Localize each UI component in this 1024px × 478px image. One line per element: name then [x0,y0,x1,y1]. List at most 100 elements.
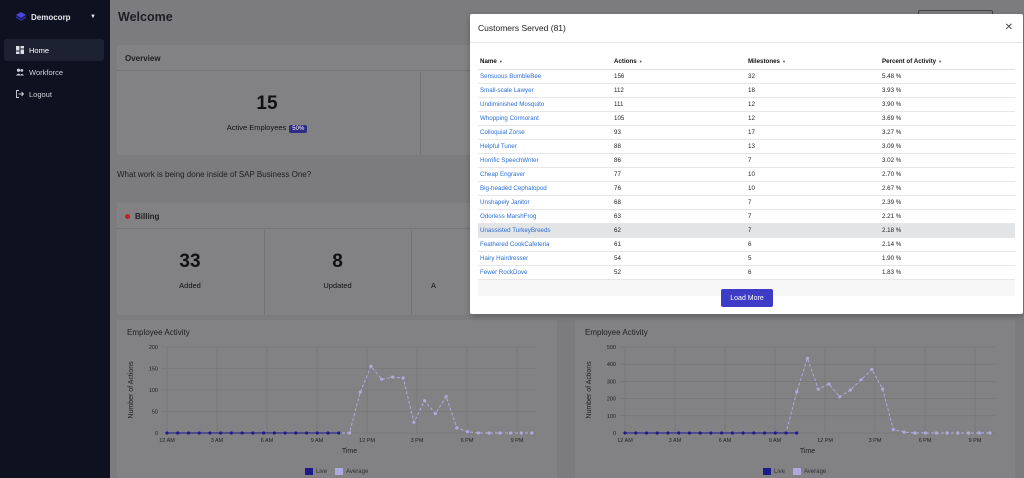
data-point-live [326,431,330,435]
column-header-milestones[interactable]: Milestones ▼ [746,55,880,70]
data-point-live [795,431,799,435]
customers-served-modal: Customers Served (81) ✕ Name ▼ Actions ▼ M… [470,14,1023,314]
table-row[interactable]: Undiminished Mosquito 111 12 3.90 % [478,97,1015,112]
cell-percent: 2.21 % [880,209,1015,224]
cell-name[interactable]: Colloquial Zorse [478,125,612,140]
cell-name[interactable]: Horrific SpeechWriter [478,153,612,168]
sidebar-item-logout[interactable]: Logout [4,83,104,105]
column-header-name[interactable]: Name ▼ [478,55,612,70]
cell-percent: 3.69 % [880,111,1015,126]
cell-percent: 2.18 % [880,223,1015,238]
column-header-percent[interactable]: Percent of Activity ▼ [880,55,1015,70]
cell-percent: 2.67 % [880,181,1015,196]
sort-caret-icon: ▼ [498,59,503,65]
table-header-row: Name ▼ Actions ▼ Milestones ▼ Percent of Ac… [478,55,1015,70]
data-point-live [165,431,169,435]
column-header-actions[interactable]: Actions ▼ [612,55,746,70]
data-point-average [923,431,928,435]
data-point-average [380,377,384,381]
table-row[interactable]: Sensuous BumbleBee 156 32 5.48 % [478,69,1015,84]
cell-name[interactable]: Whopping Cormorant [478,111,612,126]
cell-percent: 3.02 % [880,153,1015,168]
legend-live-label: Live [316,468,328,475]
customers-table: Name ▼ Actions ▼ Milestones ▼ Percent of Ac… [478,55,1015,280]
table-row[interactable]: Unshapely Janitor 68 7 2.39 % [478,195,1015,210]
cell-name[interactable]: Odorless MarshFrog [478,209,612,224]
data-point-live [304,431,309,435]
table-row[interactable]: Odorless MarshFrog 63 7 2.21 % [478,209,1015,224]
close-icon[interactable]: ✕ [1005,22,1013,33]
table-row[interactable]: Cheap Engraver 77 10 2.70 % [478,167,1015,182]
data-point-average [870,367,874,371]
legend-average-swatch [793,468,802,475]
sidebar: Democorp ▼ Home Workforce Logout [0,0,110,478]
data-point-average [838,395,842,399]
table-row[interactable]: Small-scale Lawyer 112 18 3.93 % [478,83,1015,98]
sidebar-item-workforce[interactable]: Workforce [4,61,104,83]
data-point-live [251,431,255,435]
data-point-average [859,378,863,382]
data-point-live [262,431,266,435]
sort-caret-icon: ▼ [781,59,786,65]
data-point-average [498,431,502,435]
data-point-live [666,431,670,435]
data-point-average [881,387,885,391]
cell-milestones: 12 [746,111,880,126]
cell-percent: 2.70 % [880,167,1015,182]
x-tick-label: 9 AM [311,438,324,444]
cell-name[interactable]: Hairy Hairdresser [478,251,612,266]
y-tick-label: 500 [607,345,616,351]
status-dot-icon [125,214,130,219]
data-point-average [891,427,895,432]
data-point-average [369,364,373,368]
cell-actions: 111 [612,97,746,112]
y-axis-label: Number of Actions [128,361,135,419]
data-point-live [176,431,180,435]
added-label: Added [179,281,201,290]
table-row[interactable]: Horrific SpeechWriter 86 7 3.02 % [478,153,1015,168]
table-row[interactable]: Whopping Cormorant 105 12 3.69 % [478,111,1015,126]
cell-name[interactable]: Undiminished Mosquito [478,97,612,112]
table-row[interactable]: Colloquial Zorse 93 17 3.27 % [478,125,1015,140]
legend-live-swatch [305,468,313,475]
cell-name[interactable]: Big-headed Cephalopod [478,181,612,196]
customers-table-wrap: Name ▼ Actions ▼ Milestones ▼ Percent of Ac… [478,55,1015,296]
cell-actions: 112 [612,83,746,98]
cell-name[interactable]: Fewer RockDove [478,265,612,280]
table-row[interactable]: Fewer RockDove 52 6 1.83 % [478,265,1015,280]
billing-title: Billing [135,212,160,221]
table-row[interactable]: Big-headed Cephalopod 76 10 2.67 % [478,181,1015,196]
load-more-button[interactable]: Load More [721,289,773,307]
x-axis-label: Time [342,448,357,455]
cell-name[interactable]: Cheap Engraver [478,167,612,182]
cell-name[interactable]: Helpful Tuner [478,139,612,154]
cell-name[interactable]: Sensuous BumbleBee [478,69,612,84]
sidebar-item-label: Logout [29,89,52,99]
table-row[interactable]: Hairy Hairdresser 54 5 1.90 % [478,251,1015,266]
cell-milestones: 7 [746,209,880,224]
data-point-average [455,426,459,430]
cell-name[interactable]: Unassisted TurkeyBreeds [478,223,612,238]
data-point-average [401,376,405,380]
legend-live-swatch [763,468,771,475]
cell-name[interactable]: Unshapely Janitor [478,195,612,210]
data-point-average [530,431,534,435]
cell-milestones: 10 [746,167,880,182]
table-row[interactable]: Helpful Tuner 88 13 3.09 % [478,139,1015,154]
y-axis-label: Number of Actions [586,361,593,419]
brand-switcher[interactable]: Democorp ▼ [0,0,110,34]
cell-name[interactable]: Small-scale Lawyer [478,83,612,98]
table-row[interactable]: Feathered CookCafeteria 61 6 2.14 % [478,237,1015,252]
sidebar-item-home[interactable]: Home [4,39,104,61]
y-tick-label: 150 [149,367,158,373]
data-point-average [423,399,427,403]
x-tick-label: 3 PM [869,438,882,444]
data-point-live [623,431,627,435]
y-tick-label: 100 [149,388,158,394]
x-axis-label: Time [800,448,815,455]
data-point-live [219,431,223,435]
employee-activity-chart-card-2: Employee Activity 0 100 200 300 400 500 12 AM 3… [575,320,1015,478]
cell-name[interactable]: Feathered CookCafeteria [478,237,612,252]
x-tick-label: 9 AM [769,438,782,444]
table-row[interactable]: Unassisted TurkeyBreeds 62 7 2.18 % [478,223,1015,238]
